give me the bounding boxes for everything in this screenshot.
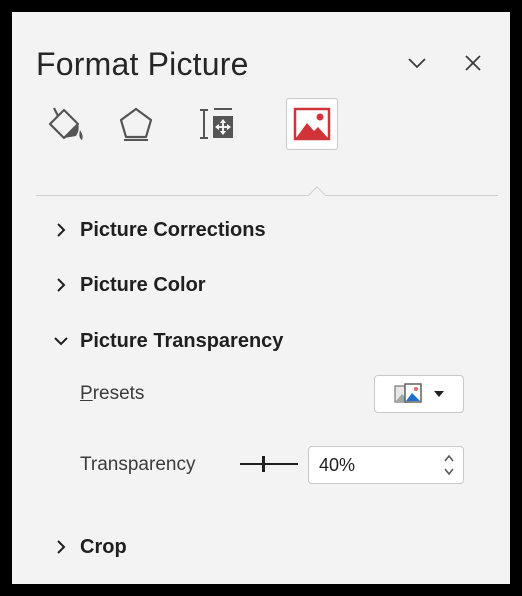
chevron-right-icon bbox=[57, 278, 66, 292]
section-picture-color[interactable]: Picture Color bbox=[52, 270, 206, 300]
format-picture-pane: Format Picture Picture Corrections Pictu… bbox=[12, 12, 510, 584]
section-label: Picture Transparency bbox=[80, 329, 284, 352]
transparency-presets-icon bbox=[394, 383, 422, 403]
chevron-right-icon bbox=[57, 223, 66, 237]
section-label: Picture Color bbox=[80, 273, 206, 296]
chevron-down-icon bbox=[408, 58, 426, 69]
spin-arrows[interactable] bbox=[441, 451, 457, 479]
task-pane-options-button[interactable] bbox=[400, 46, 434, 80]
section-picture-corrections[interactable]: Picture Corrections bbox=[52, 215, 266, 245]
presets-dropdown[interactable] bbox=[374, 375, 464, 413]
pane-title: Format Picture bbox=[36, 46, 249, 82]
slider-track bbox=[240, 456, 298, 472]
fill-line-icon bbox=[48, 107, 83, 140]
presets-label: Presets bbox=[80, 383, 145, 404]
size-properties-icon bbox=[200, 108, 233, 139]
picture-icon bbox=[293, 107, 331, 141]
tab-effects[interactable] bbox=[110, 98, 162, 150]
slider-thumb bbox=[262, 456, 265, 472]
transparency-label: Transparency bbox=[80, 454, 196, 475]
chevron-right-icon bbox=[57, 540, 66, 554]
transparency-value-input[interactable] bbox=[319, 454, 429, 476]
close-button[interactable] bbox=[456, 46, 490, 80]
section-picture-transparency[interactable]: Picture Transparency bbox=[52, 326, 283, 356]
tab-divider bbox=[36, 195, 498, 196]
dropdown-arrow-icon bbox=[434, 391, 444, 397]
close-icon bbox=[465, 55, 481, 71]
section-crop[interactable]: Crop bbox=[52, 532, 127, 562]
transparency-slider[interactable] bbox=[240, 452, 298, 476]
tab-fill-line[interactable] bbox=[40, 98, 92, 150]
effects-icon bbox=[119, 107, 153, 141]
chevron-down-icon bbox=[54, 337, 68, 346]
tab-picture[interactable] bbox=[286, 98, 338, 150]
active-tab-indicator bbox=[307, 182, 327, 196]
section-label: Picture Corrections bbox=[80, 218, 266, 241]
spin-up-down-icon bbox=[444, 454, 454, 476]
transparency-spinner[interactable] bbox=[308, 446, 464, 484]
tab-size-properties[interactable] bbox=[192, 98, 244, 150]
section-label: Crop bbox=[80, 535, 127, 558]
